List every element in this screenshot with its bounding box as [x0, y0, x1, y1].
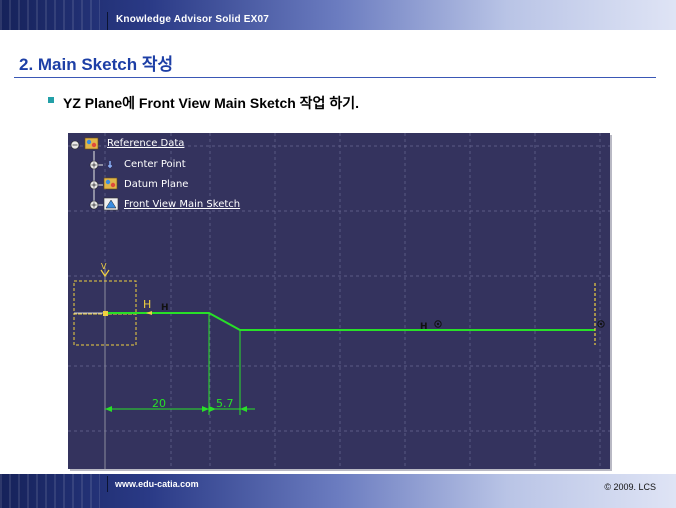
dimension-20[interactable]: 20	[152, 397, 166, 410]
slide-title: 2. Main Sketch 작성	[19, 55, 174, 74]
tree-item-center-point[interactable]: Center Point	[124, 159, 186, 170]
footer-banner: www.edu-catia.com © 2009. LCS	[0, 474, 676, 508]
tree-item-front-view-main-sketch[interactable]: Front View Main Sketch	[124, 199, 240, 210]
footer-decoration	[0, 474, 100, 508]
expand-icon[interactable]	[89, 200, 99, 210]
expand-icon[interactable]	[70, 140, 80, 150]
tree-item-datum-plane[interactable]: Datum Plane	[124, 179, 188, 190]
sketch-geometry[interactable]	[73, 268, 605, 469]
dimension-5-7[interactable]: 5.7	[216, 397, 234, 410]
h-constraint-label: H	[161, 303, 169, 313]
v-axis-label: V	[101, 262, 107, 271]
point-icon	[108, 161, 112, 168]
h-constraint-label: H	[143, 298, 151, 311]
header-decoration	[0, 0, 100, 30]
footer-url[interactable]: www.edu-catia.com	[115, 479, 199, 489]
h-constraint-label: H	[420, 322, 428, 332]
expand-icon[interactable]	[89, 180, 99, 190]
geometrical-set-icon	[103, 177, 118, 190]
tree-item-reference-data[interactable]: Reference Data	[107, 138, 184, 149]
title-divider	[14, 77, 656, 78]
bullet-marker	[48, 97, 54, 103]
expand-icon[interactable]	[89, 160, 99, 170]
geometrical-set-icon	[84, 137, 99, 150]
header-banner: Knowledge Advisor Solid EX07	[0, 0, 676, 30]
course-title: Knowledge Advisor Solid EX07	[116, 14, 270, 25]
footer-divider	[107, 476, 108, 492]
tree-connectors	[93, 151, 103, 206]
header-divider	[107, 12, 108, 30]
footer-copyright: © 2009. LCS	[604, 482, 656, 492]
sketch-icon	[103, 197, 119, 211]
bullet-text: YZ Plane에 Front View Main Sketch 작업 하기.	[63, 95, 359, 111]
catia-viewport[interactable]: H H H V 20 5.7 Reference Data Center Poi…	[68, 133, 610, 469]
